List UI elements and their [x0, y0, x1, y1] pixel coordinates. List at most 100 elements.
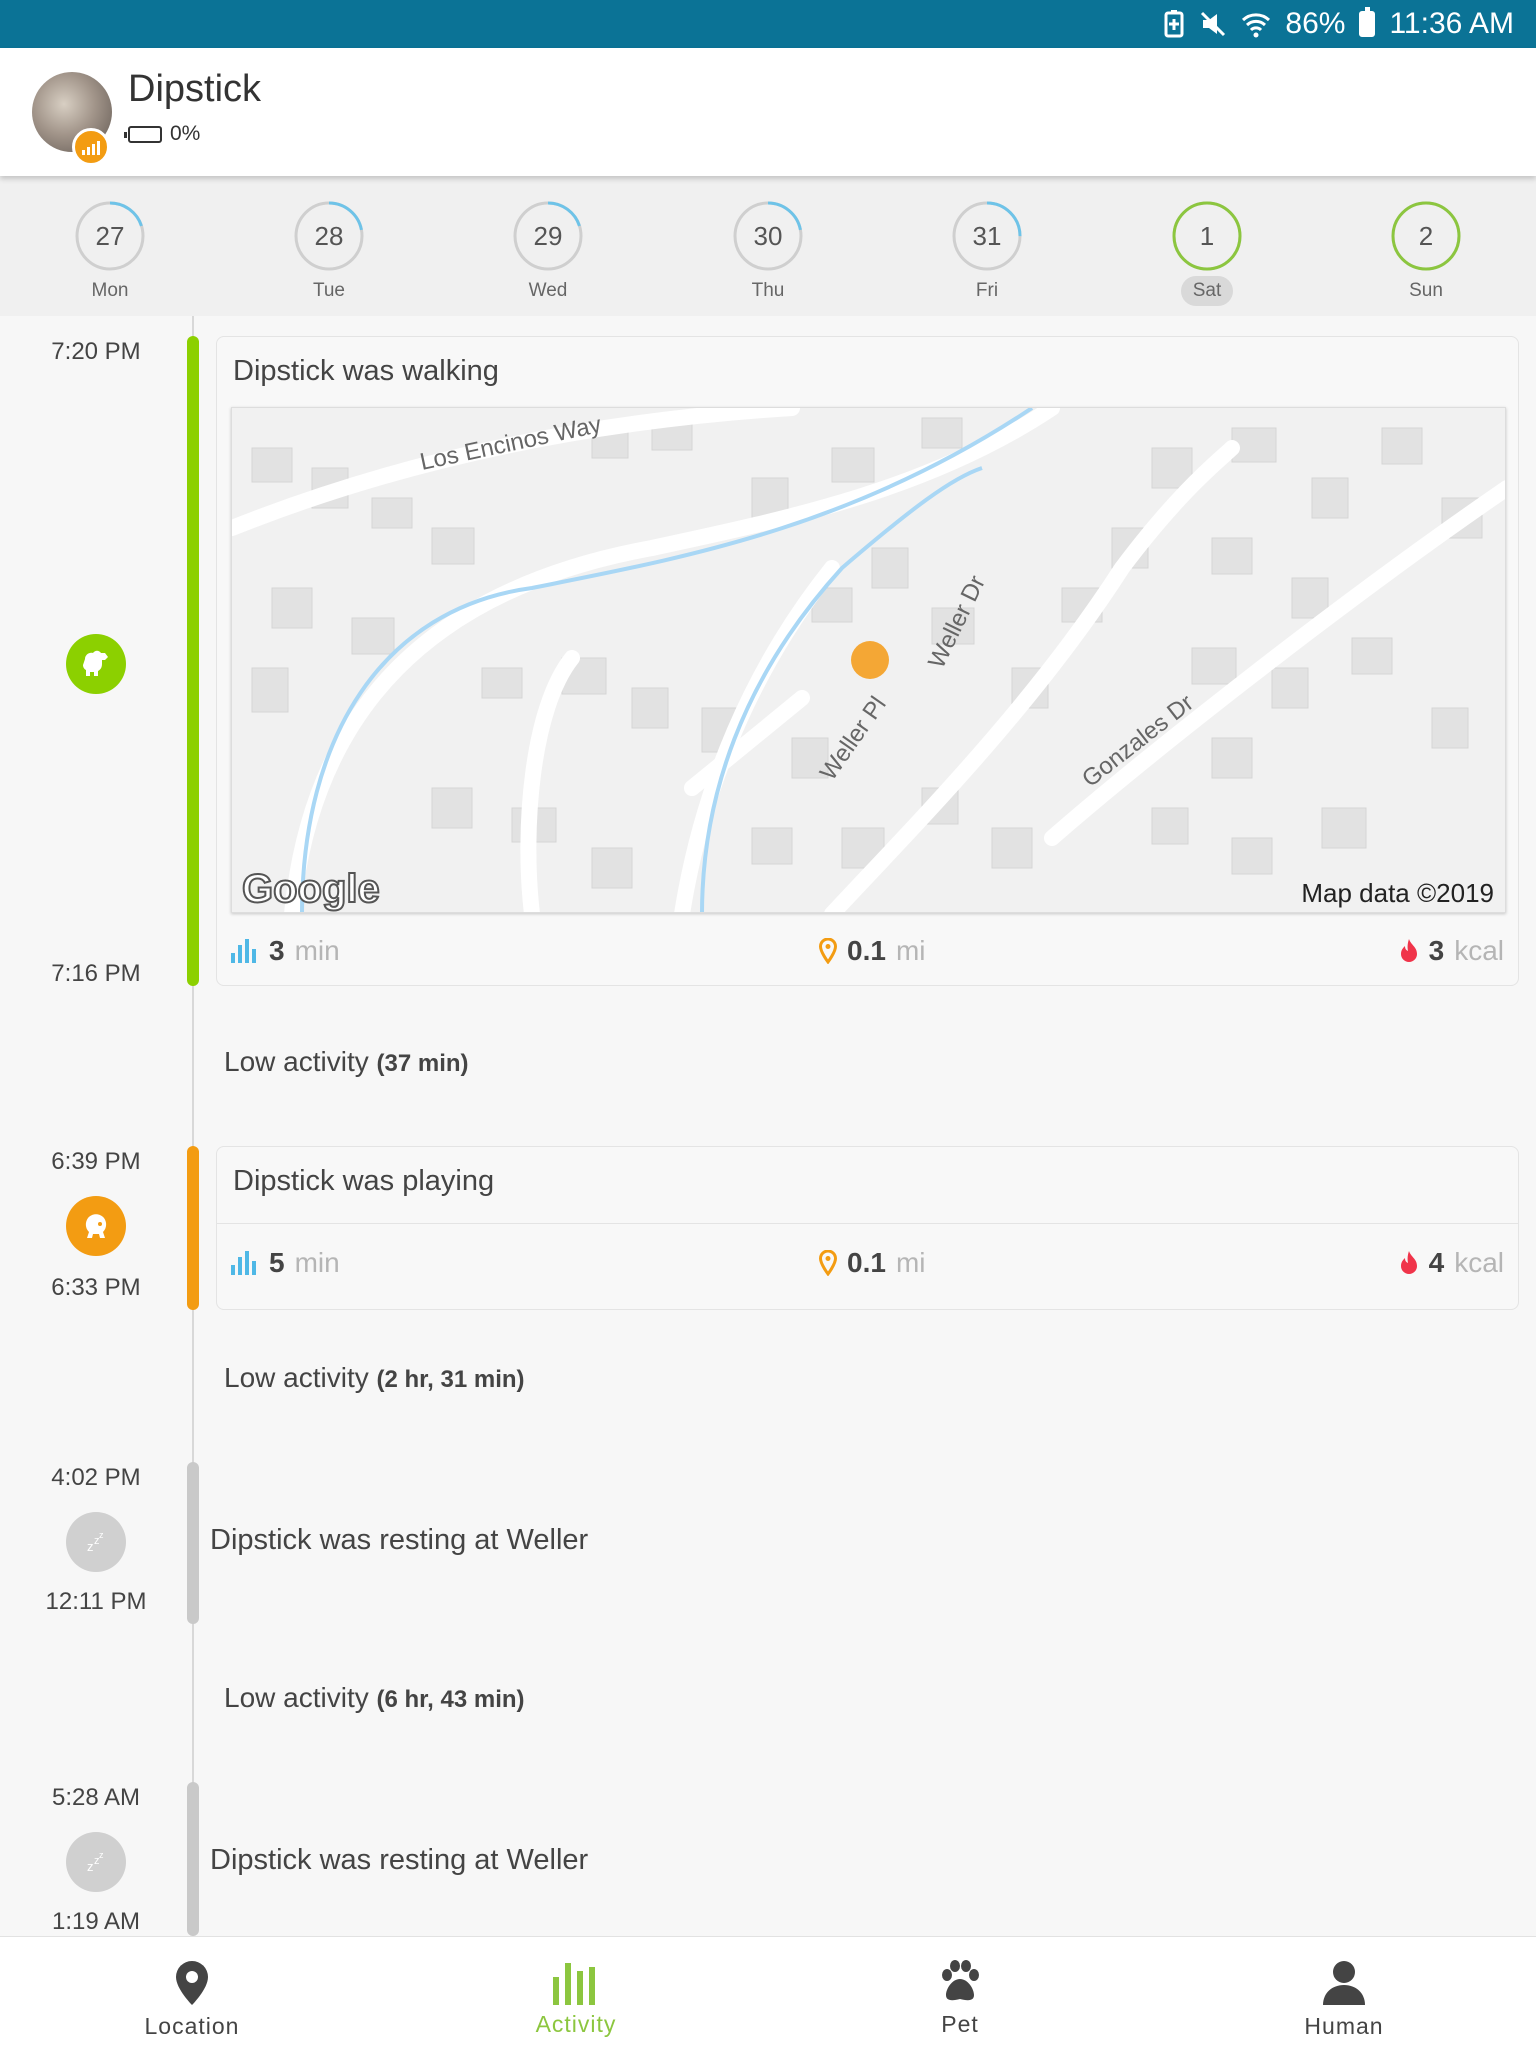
play-title: Dipstick was playing [233, 1165, 495, 1197]
play-activity-card[interactable]: Dipstick was playing 5 min 0.1 mi 4 kcal [216, 1146, 1519, 1310]
tracker-battery: 0% [124, 122, 201, 146]
flame-icon [1400, 1250, 1417, 1274]
day-label: Sat [1180, 276, 1234, 306]
day-number: 28 [314, 221, 344, 251]
day-27[interactable]: 27 Mon [50, 200, 170, 306]
day-30[interactable]: 30 Thu [708, 200, 828, 306]
day-number: 29 [533, 221, 563, 251]
walk-distance-value: 0.1 [847, 935, 886, 966]
svg-text:z: z [87, 1859, 94, 1874]
nav-activity-label: Activity [535, 2011, 617, 2037]
svg-text:z: z [99, 1530, 104, 1540]
walk-calories: 3 kcal [1399, 935, 1504, 967]
walk-duration-bar [187, 336, 199, 986]
low-activity-row: Low activity (37 min) [224, 1046, 469, 1078]
svg-text:z: z [87, 1539, 94, 1554]
sleep-icon: zzz [66, 1832, 126, 1892]
mute-icon [1199, 10, 1227, 38]
day-28[interactable]: 28 Tue [269, 200, 389, 306]
clock: 11:36 AM [1389, 7, 1514, 40]
paw-icon [942, 1960, 979, 2001]
nav-pet-label: Pet [941, 2011, 979, 2037]
walk-activity-card[interactable]: Dipstick was walking Los Encinos Way Wel… [216, 336, 1519, 986]
day-2[interactable]: 2 Sun [1366, 200, 1486, 306]
day-progress-ring: 27 [74, 200, 146, 272]
map-canvas: Los Encinos Way Weller Dr Weller Pl Gonz… [232, 408, 1505, 912]
walk-title: Dipstick was walking [233, 355, 499, 387]
day-number: 31 [972, 221, 1002, 251]
low-activity-label: Low activity [224, 1362, 369, 1393]
walk-calories-unit: kcal [1454, 935, 1504, 966]
play-distance: 0.1 mi [819, 1247, 925, 1279]
walking-dog-icon [66, 634, 126, 694]
status-bar: 86% 11:36 AM [0, 0, 1536, 48]
bottom-navigation: Location Activity Pet Human [0, 1936, 1536, 2048]
nav-activity[interactable]: Activity [384, 1937, 768, 2048]
day-progress-ring: 1 [1171, 200, 1243, 272]
play-end-time: 6:33 PM [51, 1274, 141, 1301]
walk-duration-value: 3 [269, 935, 285, 966]
day-number: 1 [1199, 221, 1215, 251]
day-label: Sun [1409, 280, 1443, 301]
low-activity-label: Low activity [224, 1682, 369, 1713]
playing-dog-icon [66, 1196, 126, 1256]
play-stats: 5 min 0.1 mi 4 kcal [217, 1223, 1518, 1301]
day-31[interactable]: 31 Fri [927, 200, 1047, 306]
day-number: 27 [95, 221, 125, 251]
walk-start-time: 7:20 PM [51, 338, 141, 365]
play-duration-unit: min [294, 1246, 340, 1278]
pet-location-marker[interactable] [851, 641, 889, 679]
low-activity-row: Low activity (6 hr, 43 min) [224, 1682, 525, 1714]
nav-location-label: Location [144, 2013, 240, 2039]
walk-distance: 0.1 mi [819, 935, 925, 967]
day-progress-ring: 28 [293, 200, 365, 272]
walk-stats: 3 min 0.1 mi 3 kcal [217, 921, 1518, 981]
day-label: Tue [312, 280, 346, 301]
nav-pet[interactable]: Pet [768, 1937, 1152, 2048]
day-29[interactable]: 29 Wed [488, 200, 608, 306]
signal-badge-icon [72, 128, 110, 166]
day-label: Wed [528, 280, 568, 301]
rest-start-time: 4:02 PM [51, 1464, 141, 1491]
day-progress-ring: 29 [512, 200, 584, 272]
play-duration: 5 min [231, 1247, 340, 1279]
rest-end-time: 1:19 AM [51, 1908, 141, 1935]
map-attribution: Map data ©2019 [1301, 878, 1494, 908]
activity-timeline: 7:20 PM 7:16 PM Dipstick was walking Los… [0, 316, 1536, 1936]
day-number: 30 [753, 221, 783, 251]
play-distance-value: 0.1 [847, 1246, 886, 1278]
nav-human-label: Human [1304, 2013, 1384, 2039]
person-icon [1323, 1961, 1365, 2005]
day-label: Thu [751, 280, 785, 301]
day-1[interactable]: 1 Sat [1147, 200, 1267, 306]
low-activity-duration: (2 hr, 31 min) [376, 1366, 525, 1393]
play-calories-unit: kcal [1454, 1246, 1504, 1278]
play-start-time: 6:39 PM [51, 1148, 141, 1175]
location-pin-icon [176, 1961, 208, 2005]
battery-icon [1359, 7, 1376, 37]
low-activity-duration: (37 min) [376, 1050, 469, 1077]
nav-location[interactable]: Location [0, 1937, 384, 2048]
day-progress-ring: 2 [1390, 200, 1462, 272]
day-label: Mon [91, 280, 129, 301]
play-duration-value: 5 [269, 1246, 285, 1278]
day-number: 2 [1418, 221, 1434, 251]
rest-activity-row[interactable]: Dipstick was resting at Weller [210, 1844, 588, 1877]
walk-route-map[interactable]: Los Encinos Way Weller Dr Weller Pl Gonz… [231, 407, 1506, 913]
play-distance-unit: mi [895, 1246, 926, 1278]
activity-bars-icon [231, 939, 256, 963]
day-progress-ring: 31 [951, 200, 1023, 272]
walk-duration: 3 min [231, 935, 340, 967]
tracker-battery-value: 0% [170, 122, 201, 145]
play-calories-value: 4 [1428, 1246, 1445, 1278]
rest-activity-row[interactable]: Dipstick was resting at Weller [210, 1524, 588, 1557]
day-label: Fri [975, 280, 999, 301]
nav-human[interactable]: Human [1152, 1937, 1536, 2048]
flame-icon [1400, 939, 1417, 962]
walk-duration-unit: min [294, 935, 340, 966]
rest-end-time: 12:11 PM [45, 1588, 147, 1615]
day-progress-ring: 30 [732, 200, 804, 272]
battery-saver-icon [1163, 10, 1185, 38]
google-logo: Google [242, 867, 380, 911]
sleep-icon: zzz [66, 1512, 126, 1572]
